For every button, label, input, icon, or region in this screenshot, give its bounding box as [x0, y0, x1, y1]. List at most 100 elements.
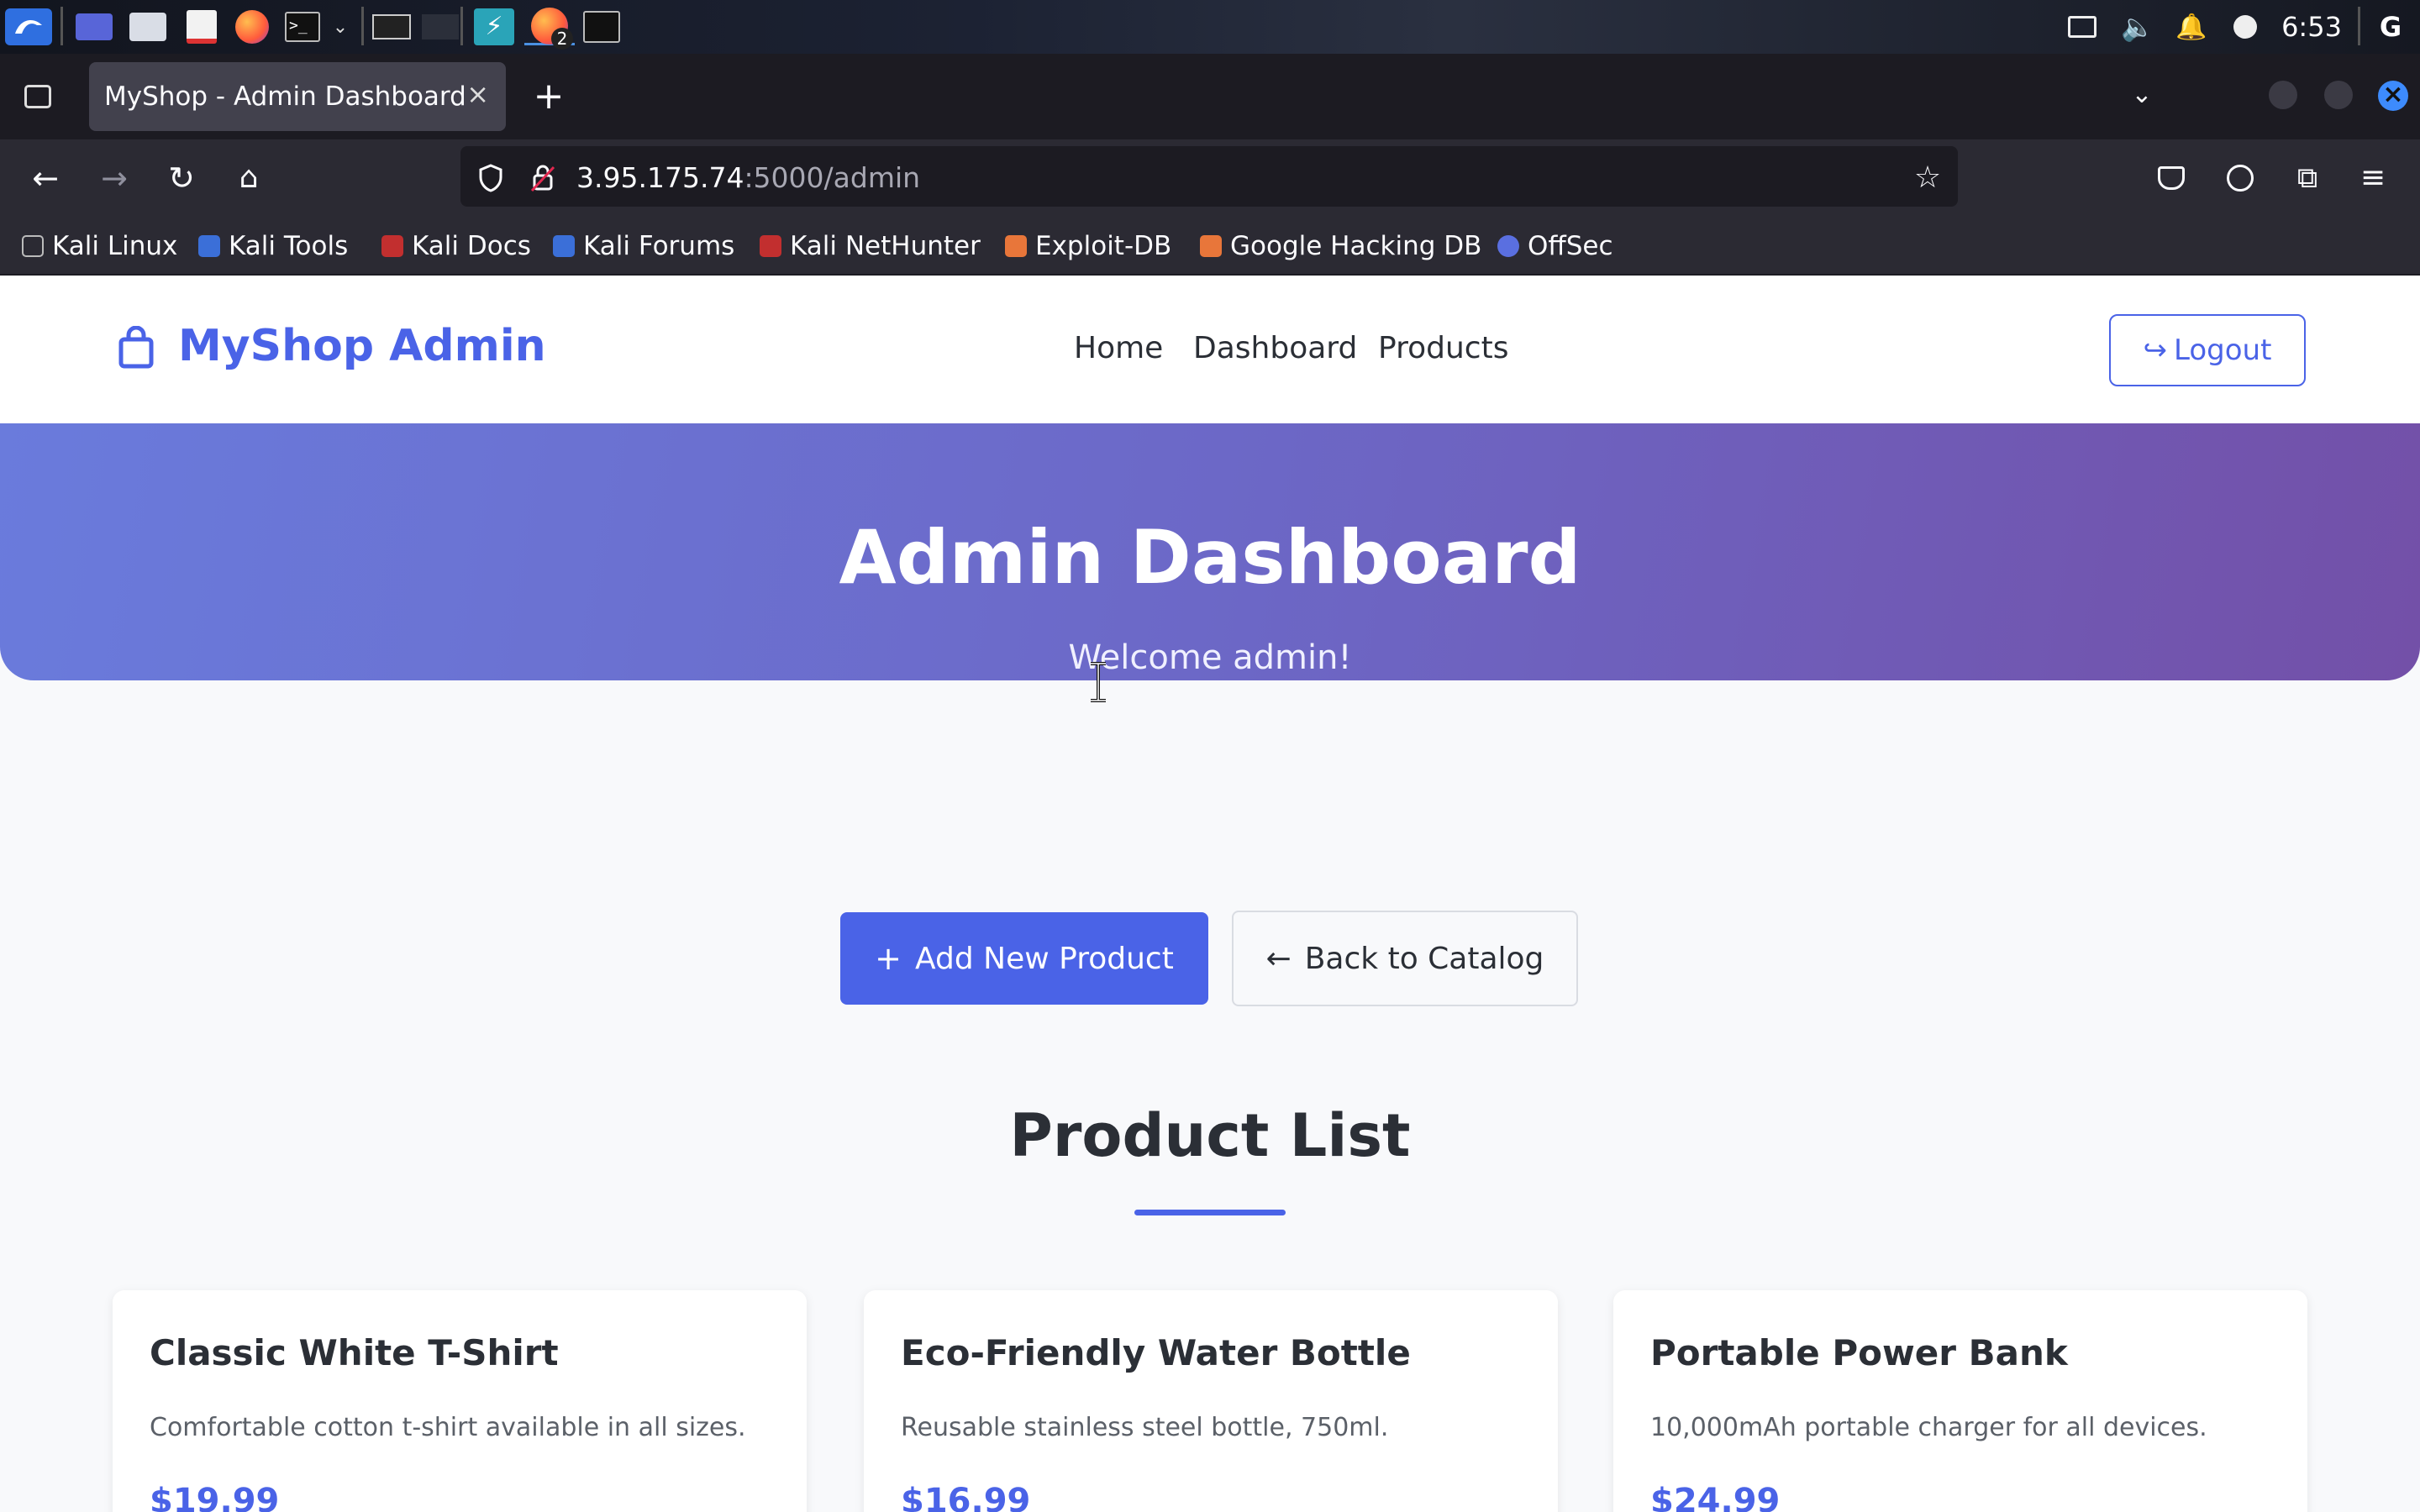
- app-menu-icon[interactable]: ≡: [2353, 160, 2393, 197]
- maximize-button[interactable]: [2324, 81, 2353, 109]
- tab-title: MyShop - Admin Dashboard: [104, 81, 466, 112]
- shield-icon[interactable]: [474, 161, 508, 195]
- bookmark-kali-tools[interactable]: Kali Tools: [198, 227, 348, 265]
- product-name: Eco-Friendly Water Bottle: [901, 1332, 1411, 1373]
- terminal-running-icon[interactable]: [580, 8, 623, 45]
- close-window-button[interactable]: ×: [2378, 81, 2408, 111]
- firefox-running-icon[interactable]: 2: [524, 7, 575, 50]
- product-price: $24.99: [1650, 1482, 1781, 1512]
- workspace-2-icon[interactable]: [420, 8, 460, 45]
- back-icon[interactable]: ←: [22, 158, 69, 198]
- product-card[interactable]: Eco-Friendly Water Bottle Reusable stain…: [864, 1290, 1558, 1512]
- product-price: $19.99: [150, 1482, 280, 1512]
- bookmark-label: Google Hacking DB: [1230, 231, 1482, 261]
- shopping-bag-icon: [118, 325, 155, 370]
- exploit-db-icon: [1005, 235, 1027, 257]
- system-panel: >_ ⌄ ⚡ 2 🔈 🔔 6:53 G: [0, 0, 2420, 54]
- session-icon[interactable]: G: [2370, 8, 2412, 45]
- new-tab-icon[interactable]: +: [528, 74, 570, 119]
- offsec-icon: [1497, 235, 1519, 257]
- bookmark-kali-linux[interactable]: Kali Linux: [22, 227, 177, 265]
- nav-dashboard[interactable]: Dashboard: [1193, 331, 1357, 365]
- kali-dragon-icon: [22, 235, 44, 257]
- add-product-button[interactable]: + Add New Product: [840, 912, 1208, 1005]
- kali-forums-icon: [553, 235, 575, 257]
- bookmark-label: Kali Forums: [583, 231, 735, 261]
- power-status-icon[interactable]: [2227, 8, 2264, 45]
- nav-home[interactable]: Home: [1074, 331, 1163, 365]
- desktop-icon[interactable]: [72, 8, 116, 45]
- url-path: :5000/admin: [744, 161, 921, 194]
- product-name: Portable Power Bank: [1650, 1332, 2068, 1373]
- url-host: 3.95.175.74: [576, 161, 744, 194]
- clock[interactable]: 6:53: [2274, 8, 2349, 45]
- list-tabs-chevron-icon[interactable]: ⌄: [2123, 76, 2161, 114]
- kali-tools-icon: [198, 235, 220, 257]
- bookmark-label: OffSec: [1528, 231, 1613, 261]
- bookmark-offsec[interactable]: OffSec: [1497, 227, 1613, 265]
- file-manager-icon[interactable]: [126, 8, 170, 45]
- product-card[interactable]: Classic White T-Shirt Comfortable cotton…: [113, 1290, 807, 1512]
- logout-icon: ↪: [2143, 333, 2168, 367]
- product-card[interactable]: Portable Power Bank 10,000mAh portable c…: [1613, 1290, 2307, 1512]
- notifications-icon[interactable]: 🔔: [2175, 8, 2208, 45]
- brand-logo[interactable]: MyShop Admin: [178, 321, 546, 371]
- hero-banner: Admin Dashboard Welcome admin!: [0, 423, 2420, 680]
- product-name: Classic White T-Shirt: [150, 1332, 559, 1373]
- google-hacking-db-icon: [1200, 235, 1222, 257]
- product-price: $16.99: [901, 1482, 1031, 1512]
- back-to-catalog-button[interactable]: ← Back to Catalog: [1232, 911, 1578, 1006]
- tab-active[interactable]: MyShop - Admin Dashboard ×: [89, 62, 506, 131]
- window-count-badge: 2: [551, 27, 573, 50]
- kali-menu-icon[interactable]: [5, 8, 52, 45]
- arrow-left-icon: ←: [1265, 941, 1292, 976]
- volume-icon[interactable]: 🔈: [2119, 8, 2156, 45]
- product-description: Reusable stainless steel bottle, 750ml.: [901, 1413, 1389, 1442]
- pocket-icon[interactable]: [2151, 160, 2191, 197]
- page-title: Admin Dashboard: [839, 514, 1581, 601]
- site-header: MyShop Admin Home Dashboard Products ↪ L…: [0, 276, 2420, 423]
- network-icon[interactable]: [2064, 8, 2101, 45]
- web-page: MyShop Admin Home Dashboard Products ↪ L…: [0, 276, 2420, 1512]
- lightning-app-icon[interactable]: ⚡: [472, 8, 516, 45]
- welcome-message: Welcome admin!: [1068, 638, 1352, 677]
- bookmark-label: Kali Docs: [412, 231, 531, 261]
- minimize-button[interactable]: [2269, 81, 2297, 109]
- product-description: Comfortable cotton t-shirt available in …: [150, 1413, 746, 1442]
- bookmark-label: Kali NetHunter: [790, 231, 981, 261]
- plus-icon: +: [875, 940, 902, 977]
- text-editor-icon[interactable]: [180, 8, 224, 45]
- bookmark-kali-nethunter[interactable]: Kali NetHunter: [760, 227, 981, 265]
- url-text[interactable]: 3.95.175.74:5000/admin: [576, 160, 920, 197]
- account-icon[interactable]: [2220, 160, 2260, 197]
- nav-products[interactable]: Products: [1378, 331, 1508, 365]
- extensions-icon[interactable]: ⧉: [2287, 160, 2328, 197]
- logout-label: Logout: [2174, 333, 2272, 367]
- firefox-icon[interactable]: [230, 8, 274, 45]
- logout-button[interactable]: ↪ Logout: [2109, 314, 2306, 386]
- home-icon[interactable]: ⌂: [225, 158, 272, 198]
- text-cursor-icon: [1089, 662, 1107, 702]
- chevron-down-icon[interactable]: ⌄: [328, 8, 353, 45]
- close-tab-icon[interactable]: ×: [466, 81, 489, 108]
- tab-overview-icon[interactable]: [17, 77, 59, 116]
- kali-docs-icon: [381, 235, 403, 257]
- product-description: 10,000mAh portable charger for all devic…: [1650, 1413, 2207, 1442]
- bookmark-label: Kali Linux: [52, 231, 178, 261]
- back-to-catalog-label: Back to Catalog: [1304, 941, 1544, 976]
- section-underline: [1134, 1210, 1286, 1215]
- reload-icon[interactable]: ↻: [158, 158, 205, 198]
- bookmark-label: Exploit-DB: [1035, 231, 1172, 261]
- forward-icon[interactable]: →: [91, 158, 138, 198]
- section-title: Product List: [1009, 1101, 1411, 1170]
- add-product-label: Add New Product: [915, 941, 1174, 976]
- insecure-lock-icon[interactable]: [526, 161, 560, 195]
- bookmark-kali-forums[interactable]: Kali Forums: [553, 227, 734, 265]
- bookmark-kali-docs[interactable]: Kali Docs: [381, 227, 531, 265]
- bookmark-exploit-db[interactable]: Exploit-DB: [1005, 227, 1171, 265]
- bookmark-google-hacking-db[interactable]: Google Hacking DB: [1200, 227, 1481, 265]
- workspace-1-icon[interactable]: [370, 8, 413, 45]
- kali-nethunter-icon: [760, 235, 781, 257]
- bookmark-star-icon[interactable]: ☆: [1907, 160, 1948, 197]
- terminal-icon[interactable]: >_: [281, 8, 324, 45]
